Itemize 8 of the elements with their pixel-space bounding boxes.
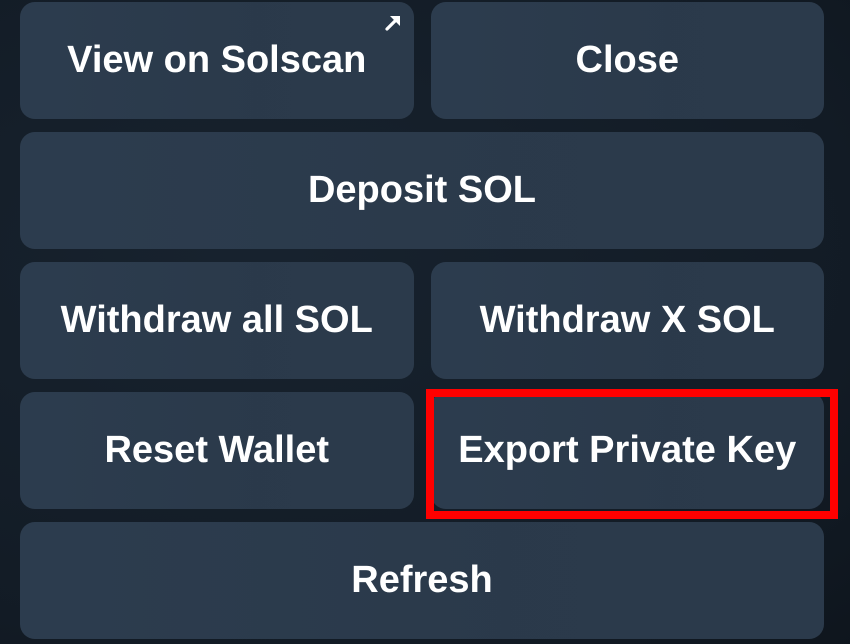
keyboard-button[interactable]: Withdraw X SOL — [430, 262, 824, 379]
keyboard-button[interactable]: Withdraw all SOL — [20, 262, 414, 379]
keyboard-button[interactable]: Reset Wallet — [20, 392, 414, 509]
keyboard-button[interactable]: Refresh — [20, 522, 824, 639]
external-link-arrow-icon — [382, 13, 402, 33]
keyboard-button[interactable]: View on Solscan — [20, 2, 414, 119]
keyboard-button[interactable]: Deposit SOL — [20, 132, 824, 249]
keyboard-button[interactable]: Close — [430, 2, 824, 119]
